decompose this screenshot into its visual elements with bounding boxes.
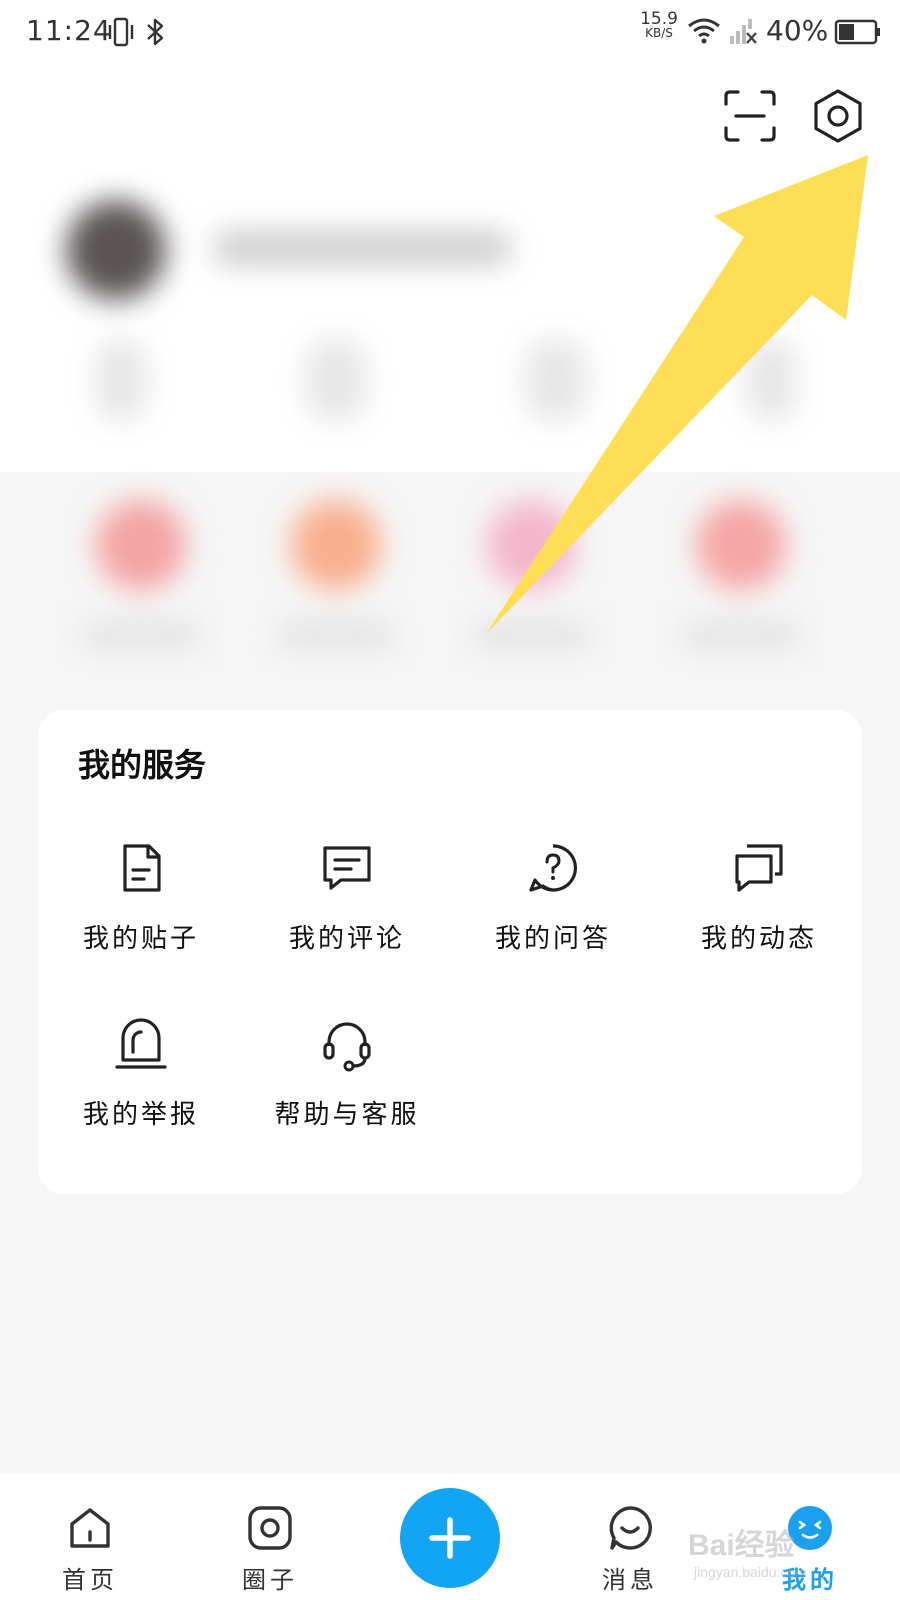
stat-placeholder: [96, 340, 146, 420]
scan-button[interactable]: [720, 86, 780, 146]
stat-placeholder: [746, 340, 796, 420]
nav-messages[interactable]: 消息: [575, 1474, 685, 1600]
username-placeholder: [212, 230, 512, 266]
status-bar: 11:24 15.9 KB/S 40%: [0, 0, 900, 64]
customer-service-headset-icon: [323, 1022, 371, 1072]
service-label: 我的举报: [82, 1100, 199, 1130]
post-document-icon: [123, 844, 161, 892]
cellular-no-signal-icon: [728, 16, 758, 50]
service-my-comments[interactable]: 我的评论: [244, 840, 450, 980]
message-icon: [609, 1506, 652, 1550]
vibrate-icon: [106, 16, 136, 52]
nav-label: 消息: [602, 1566, 658, 1594]
feature-icon-placeholder: [96, 500, 186, 590]
add-post-button[interactable]: [400, 1488, 500, 1588]
service-label: 帮助与客服: [274, 1100, 420, 1130]
question-answer-icon: [529, 844, 578, 892]
settings-icon: [814, 89, 862, 143]
comment-icon: [323, 846, 371, 890]
feature-label-placeholder: [81, 620, 201, 650]
nav-home[interactable]: 首页: [35, 1474, 145, 1600]
avatar: [66, 200, 166, 300]
report-alarm-icon: [115, 1018, 167, 1069]
my-services-card: 我的服务 我的贴子 我的评论 我的问答 我的动态 我的举报 帮助与客服: [38, 710, 862, 1194]
blurred-profile-area: [36, 180, 866, 700]
service-my-activity[interactable]: 我的动态: [656, 840, 862, 980]
feature-icon-placeholder: [696, 500, 786, 590]
bluetooth-icon: [144, 16, 168, 52]
service-my-posts[interactable]: 我的贴子: [38, 840, 244, 980]
battery-icon: [834, 18, 882, 50]
feature-icon-placeholder: [486, 500, 576, 590]
home-icon: [70, 1508, 110, 1548]
nav-label: 圈子: [242, 1566, 298, 1594]
nav-label: 首页: [62, 1566, 118, 1594]
scan-icon: [724, 90, 776, 142]
activity-chat-icon: [735, 844, 783, 892]
service-my-reports[interactable]: 我的举报: [38, 1016, 244, 1156]
feature-label-placeholder: [681, 620, 801, 650]
service-label: 我的评论: [288, 924, 405, 954]
wifi-icon: [686, 14, 722, 50]
settings-button[interactable]: [808, 86, 868, 146]
network-speed-value: 15.9: [640, 9, 678, 29]
feature-label-placeholder: [276, 620, 396, 650]
nav-profile[interactable]: 我的: [755, 1474, 865, 1600]
status-time: 11:24: [26, 14, 112, 47]
battery-percent: 40%: [766, 14, 829, 47]
feature-label-placeholder: [471, 620, 591, 650]
service-label: 我的贴子: [82, 924, 199, 954]
network-speed: 15.9 KB/S: [636, 9, 682, 41]
circle-icon: [248, 1506, 292, 1550]
service-label: 我的动态: [700, 924, 817, 954]
service-help-support[interactable]: 帮助与客服: [244, 1016, 450, 1156]
profile-face-icon: [788, 1506, 832, 1550]
feature-icon-placeholder: [291, 500, 381, 590]
service-my-qa[interactable]: 我的问答: [450, 840, 656, 980]
plus-icon: [429, 1517, 471, 1559]
stat-placeholder: [306, 340, 366, 420]
service-label: 我的问答: [494, 924, 611, 954]
nav-label: 我的: [782, 1565, 838, 1594]
nav-circle[interactable]: 圈子: [215, 1474, 325, 1600]
services-title: 我的服务: [78, 746, 207, 784]
stat-placeholder: [526, 340, 586, 420]
